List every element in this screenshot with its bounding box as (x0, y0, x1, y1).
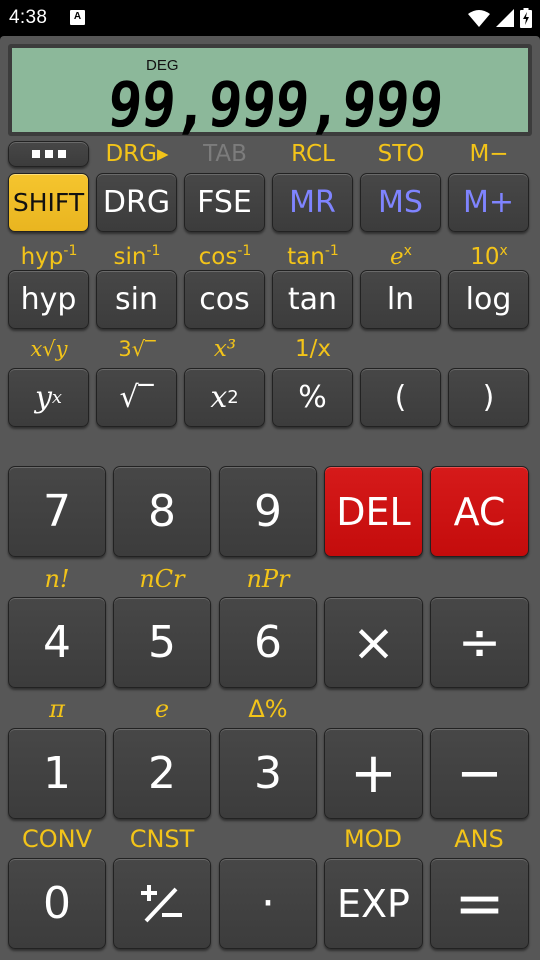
tan-button[interactable]: tan (272, 270, 353, 329)
log-button[interactable]: log (448, 270, 529, 329)
cos-button[interactable]: cos (184, 270, 265, 329)
secondary-label-asin: sin-1 (96, 237, 178, 271)
label-sup: -1 (63, 243, 78, 259)
battery-charging-icon (520, 8, 532, 28)
digit-0-button[interactable]: 0 (8, 858, 106, 949)
hyp-button[interactable]: hyp (8, 270, 89, 329)
percent-button[interactable]: % (272, 368, 353, 427)
key-sup: 2 (227, 387, 239, 408)
close-paren-button[interactable]: ) (448, 368, 529, 427)
sin-button[interactable]: sin (96, 270, 177, 329)
menu-button[interactable] (8, 141, 89, 167)
power-button[interactable]: yx (8, 368, 89, 427)
secondary-label-factorial: n! (44, 565, 70, 593)
calculator-app: DEG 99,999,999 DRG▸ TAB RCL STO M− SHIFT… (0, 36, 540, 960)
digit-5-button[interactable]: 5 (113, 597, 211, 688)
digit-6-button[interactable]: 6 (219, 597, 317, 688)
display-panel: DEG 99,999,999 (8, 44, 532, 141)
status-icons (468, 8, 532, 28)
label-base: hyp (20, 244, 64, 270)
secondary-label-euler: e (154, 695, 170, 723)
label-sup: x (403, 243, 412, 259)
decimal-point-button[interactable]: · (219, 858, 317, 949)
digit-8-button[interactable]: 8 (113, 466, 211, 557)
secondary-label-cnst: CNST (129, 825, 195, 853)
memory-add-button[interactable]: M+ (448, 173, 529, 232)
notification-icon: A (70, 10, 85, 25)
key-base: √‾ (119, 380, 154, 415)
equals-button[interactable]: = (430, 858, 529, 949)
exponent-button[interactable]: EXP (324, 858, 423, 949)
lcd-screen: DEG 99,999,999 (12, 48, 528, 141)
label-sup: -1 (324, 243, 339, 259)
multiply-button[interactable]: × (324, 597, 423, 688)
sign-toggle-button[interactable] (113, 858, 211, 949)
digit-2-button[interactable]: 2 (113, 728, 211, 819)
drg-button[interactable]: DRG (96, 173, 177, 232)
secondary-label-ncr: nCr (139, 565, 185, 593)
key-base: y (34, 380, 52, 415)
secondary-label-cube-root: 3√‾ (118, 337, 156, 361)
open-paren-button[interactable]: ( (360, 368, 441, 427)
secondary-label-drg-shift: DRG▸ (105, 141, 169, 167)
digit-1-button[interactable]: 1 (8, 728, 106, 819)
label-sup: -1 (237, 243, 252, 259)
label-base: tan (287, 244, 325, 270)
add-button[interactable]: + (324, 728, 423, 819)
ln-button[interactable]: ln (360, 270, 441, 329)
status-time: 4:38 (9, 7, 48, 28)
square-button[interactable]: x2 (184, 368, 265, 427)
fse-button[interactable]: FSE (184, 173, 265, 232)
secondary-label-conv: CONV (21, 825, 93, 853)
memory-recall-button[interactable]: MR (272, 173, 353, 232)
label-base: sin (113, 244, 147, 270)
all-clear-button[interactable]: AC (430, 466, 529, 557)
secondary-label-hyp-inverse: hyp-1 (8, 237, 90, 271)
subtract-button[interactable]: − (430, 728, 529, 819)
secondary-label-exp-e: ex (360, 237, 442, 271)
secondary-label-acos: cos-1 (184, 237, 266, 271)
shift-button[interactable]: SHIFT (8, 173, 89, 232)
memory-store-button[interactable]: MS (360, 173, 441, 232)
secondary-label-pow10: 10x (448, 237, 530, 271)
secondary-label-sto: STO (377, 141, 425, 167)
plus-minus-icon (141, 884, 182, 922)
wifi-icon (468, 10, 490, 27)
signal-icon (496, 9, 514, 27)
display-value: 99,999,999 (104, 68, 446, 141)
more-icon (31, 150, 66, 158)
label-base: e (390, 244, 404, 270)
digit-7-button[interactable]: 7 (8, 466, 106, 557)
digit-4-button[interactable]: 4 (8, 597, 106, 688)
secondary-label-mod: MOD (343, 825, 403, 853)
key-base: x (210, 380, 228, 415)
secondary-label-xth-root: x√y (30, 337, 68, 361)
secondary-label-cube: x³ (213, 336, 237, 362)
secondary-label-rcl: RCL (291, 141, 335, 167)
status-bar: 4:38 A (0, 0, 540, 36)
secondary-label-reciprocal: 1/x (295, 336, 331, 362)
key-sup: x (51, 387, 63, 408)
digit-3-button[interactable]: 3 (219, 728, 317, 819)
secondary-label-atan: tan-1 (272, 237, 354, 271)
secondary-label-m-minus: M− (469, 141, 509, 167)
label-base: cos (198, 244, 238, 270)
label-sup: -1 (146, 243, 161, 259)
secondary-label-tab: TAB (203, 141, 247, 167)
sqrt-button[interactable]: √‾ (96, 368, 177, 427)
digit-9-button[interactable]: 9 (219, 466, 317, 557)
label-sup: x (499, 243, 508, 259)
secondary-label-delta-percent: Δ% (248, 695, 288, 723)
secondary-label-pi: π (49, 695, 65, 723)
secondary-label-ans: ANS (454, 825, 504, 853)
secondary-label-npr: nPr (246, 565, 290, 593)
label-base: 10 (470, 244, 500, 270)
delete-button[interactable]: DEL (324, 466, 423, 557)
divide-button[interactable]: ÷ (430, 597, 529, 688)
